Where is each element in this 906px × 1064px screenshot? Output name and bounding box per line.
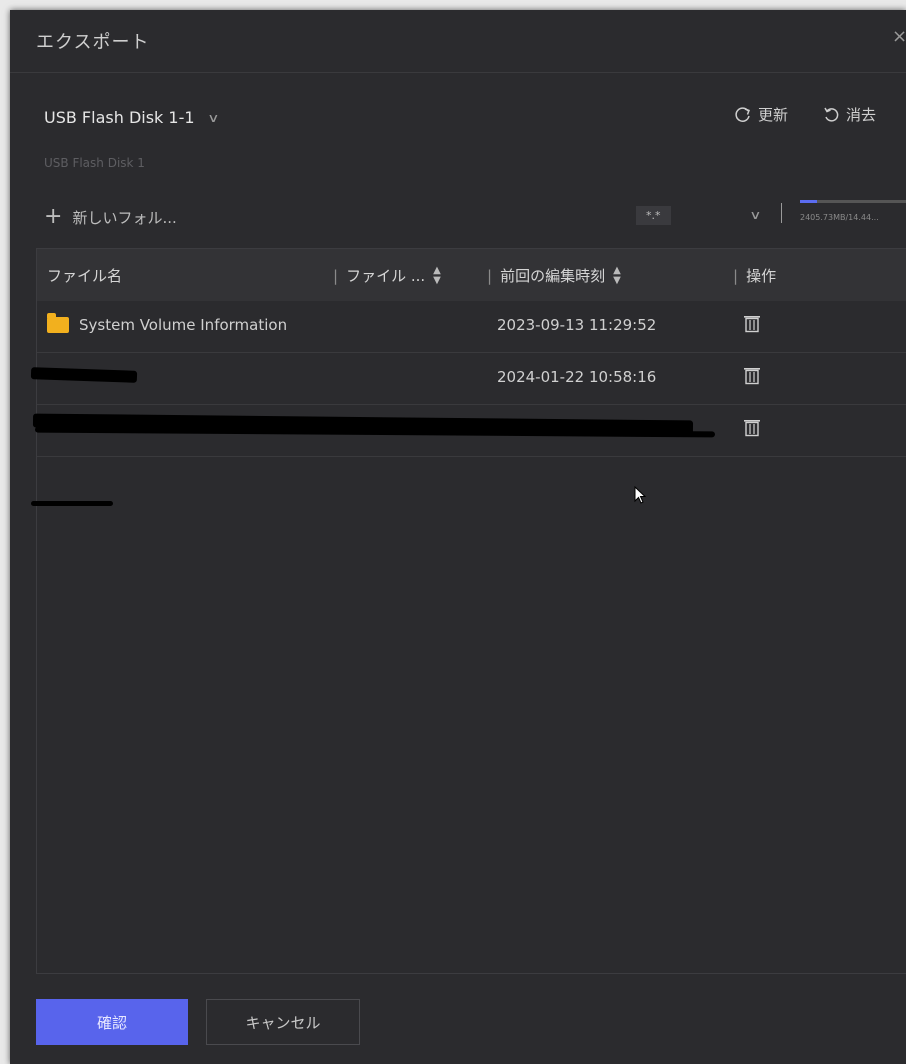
redaction-mark (31, 501, 113, 506)
column-header-filesize[interactable]: | ファイル ... ▲ ▼ (333, 265, 441, 286)
table-row[interactable] (32, 405, 906, 457)
sort-icon[interactable]: ▲ ▼ (433, 265, 441, 286)
column-label: ファイル ... (346, 267, 426, 285)
export-dialog: エクスポート × USB Flash Disk 1-1 ∨ USB Flash … (10, 10, 906, 1064)
cancel-button[interactable]: キャンセル (206, 999, 360, 1045)
divider (781, 203, 782, 223)
refresh-icon (735, 106, 750, 122)
trash-icon (744, 316, 760, 333)
column-divider: | (733, 266, 739, 285)
dialog-titlebar: エクスポート × (10, 10, 906, 73)
column-divider: | (333, 266, 339, 285)
folder-icon (47, 313, 69, 333)
trash-icon (744, 420, 760, 437)
capacity-bar (800, 200, 906, 203)
file-table: ファイル名 | ファイル ... ▲ ▼ | 前回の編集時刻 ▲ ▼ | 操作 Sy… (30, 248, 906, 974)
column-header-filename[interactable]: ファイル名 (47, 265, 122, 286)
toolbar-actions: 更新 消去 (734, 104, 876, 125)
device-selected-label: USB Flash Disk 1-1 (44, 108, 195, 127)
modified-time: 2023-09-13 11:29:52 (497, 316, 657, 334)
file-type-filter[interactable]: *.* ∨ (630, 200, 770, 230)
table-row[interactable]: System Volume Information 2023-09-13 11:… (37, 301, 906, 353)
refresh-button[interactable]: 更新 (734, 104, 788, 125)
filter-value: *.* (636, 205, 671, 225)
clear-label: 消去 (845, 106, 876, 124)
clear-button[interactable]: 消去 (822, 104, 876, 125)
column-label: 操作 (746, 267, 777, 285)
trash-icon (744, 368, 760, 385)
device-subtitle: USB Flash Disk 1 (44, 156, 145, 170)
capacity-text: 2405.73MB/14.44... (800, 213, 879, 222)
delete-button[interactable] (743, 418, 761, 442)
storage-capacity: 2405.73MB/14.44... (800, 198, 906, 228)
close-icon[interactable]: × (892, 26, 906, 47)
column-header-actions: | 操作 (733, 265, 776, 286)
confirm-button[interactable]: 確認 (36, 999, 188, 1045)
redaction-mark (30, 367, 138, 383)
refresh-label: 更新 (757, 106, 788, 124)
new-folder-button[interactable]: + 新しいフォル... (44, 206, 177, 228)
undo-icon (824, 107, 839, 122)
delete-button[interactable] (743, 314, 761, 338)
modified-time: 2024-01-22 10:58:16 (497, 368, 657, 386)
table-header: ファイル名 | ファイル ... ▲ ▼ | 前回の編集時刻 ▲ ▼ | 操作 (37, 249, 906, 301)
device-dropdown[interactable]: USB Flash Disk 1-1 ∨ (44, 108, 220, 127)
column-header-modified[interactable]: | 前回の編集時刻 ▲ ▼ (487, 265, 621, 286)
file-name: System Volume Information (79, 316, 288, 334)
dialog-title: エクスポート (36, 32, 150, 53)
new-folder-label: 新しいフォル... (72, 208, 177, 227)
plus-icon: + (44, 204, 63, 229)
chevron-down-icon: ∨ (749, 208, 762, 222)
table-row[interactable]: 2024-01-22 10:58:16 (30, 353, 906, 405)
mouse-cursor-icon (634, 486, 647, 504)
column-label: ファイル名 (47, 267, 123, 285)
column-label: 前回の編集時刻 (500, 267, 606, 285)
chevron-down-icon: ∨ (206, 110, 220, 125)
delete-button[interactable] (743, 366, 761, 390)
sort-icon[interactable]: ▲ ▼ (613, 265, 621, 286)
column-divider: | (487, 266, 493, 285)
file-name-cell: System Volume Information (47, 313, 288, 334)
capacity-bar-fill (800, 200, 817, 203)
